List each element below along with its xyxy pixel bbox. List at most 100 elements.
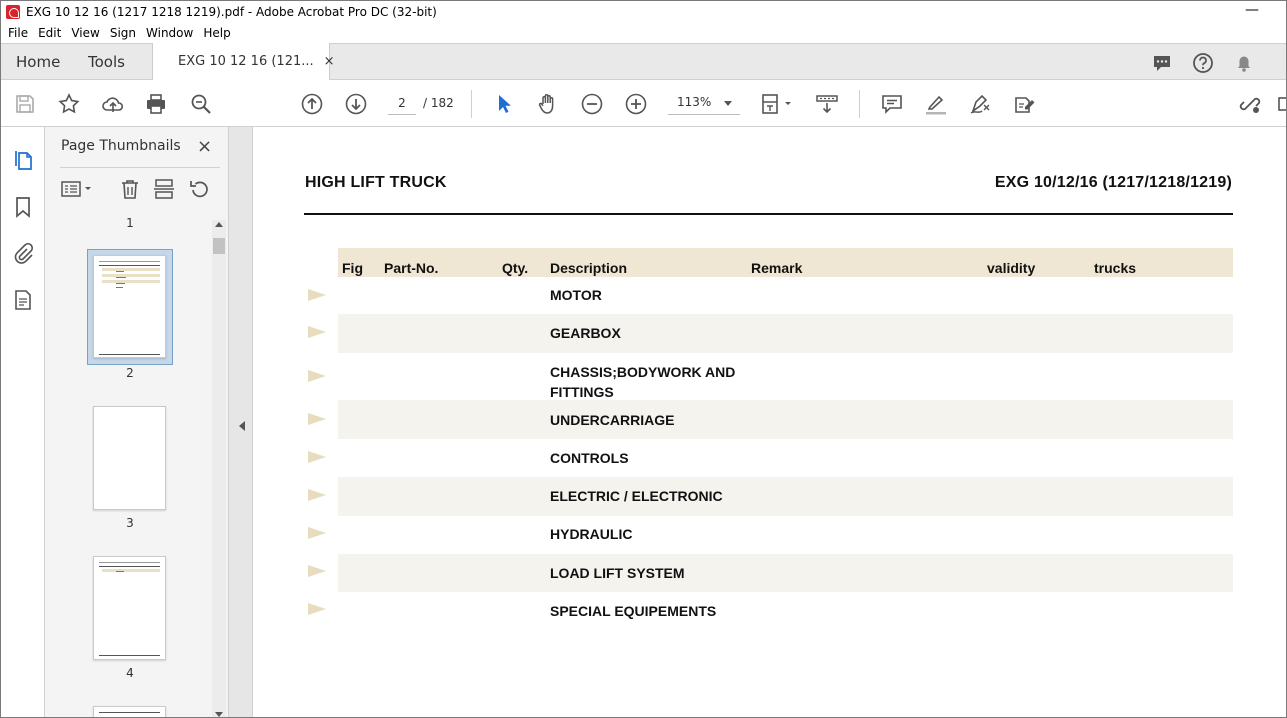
document-header-title: HIGH LIFT TRUCK	[305, 174, 447, 191]
thumbnail-label: 2	[126, 366, 134, 380]
select-cursor-icon[interactable]	[492, 92, 516, 116]
share-link-icon[interactable]	[1238, 92, 1262, 116]
previous-page-icon[interactable]	[300, 92, 324, 116]
table-row[interactable]: UNDERCARRIAGE	[338, 400, 1233, 439]
menu-edit[interactable]: Edit	[38, 26, 61, 40]
section-link-arrow-icon[interactable]	[308, 603, 326, 615]
insert-page-icon[interactable]	[152, 178, 176, 200]
tab-home[interactable]: Home	[16, 53, 60, 71]
toolbar-overflow-icon[interactable]	[1277, 92, 1287, 116]
cloud-upload-icon[interactable]	[101, 92, 125, 116]
row-description: SPECIAL EQUIPEMENTS	[550, 603, 717, 619]
scrollbar-thumb[interactable]	[213, 238, 225, 254]
section-link-arrow-icon[interactable]	[308, 370, 326, 382]
table-row[interactable]: CONTROLS	[338, 439, 1233, 477]
thumbnail-options-icon[interactable]	[60, 178, 96, 200]
row-description: HYDRAULIC	[550, 526, 633, 542]
print-icon[interactable]	[144, 92, 168, 116]
panel-splitter[interactable]	[229, 127, 253, 718]
window-title: EXG 10 12 16 (1217 1218 1219).pdf - Adob…	[26, 4, 437, 19]
tab-close-button[interactable]: ×	[324, 54, 335, 69]
page-total: / 182	[423, 96, 454, 110]
table-row[interactable]: SPECIAL EQUIPEMENTS	[338, 592, 1233, 630]
hand-tool-icon[interactable]	[536, 92, 560, 116]
page-thumbnails-icon[interactable]	[11, 148, 35, 172]
zoom-search-icon[interactable]	[189, 92, 213, 116]
column-remark: Remark	[751, 260, 803, 276]
attachments-paperclip-icon[interactable]	[11, 241, 35, 265]
title-bar: EXG 10 12 16 (1217 1218 1219).pdf - Adob…	[0, 0, 1287, 23]
document-header-model: EXG 10/12/16 (1217/1218/1219)	[994, 174, 1232, 191]
page-thumbnails-panel: Page Thumbnails × 1 2 3 4	[45, 127, 229, 718]
main-toolbar: / 182 113%	[0, 80, 1287, 127]
tab-document[interactable]: EXG 10 12 16 (121... ×	[152, 43, 335, 80]
tab-document-label: EXG 10 12 16 (121...	[178, 54, 314, 69]
menu-bar: File Edit View Sign Window Help	[0, 23, 1287, 43]
fill-sign-icon[interactable]	[1012, 92, 1036, 116]
thumbnail-label: 1	[126, 216, 134, 230]
rotate-page-icon[interactable]	[187, 178, 211, 200]
parts-table-header: Fig Part-No. Qty. Description Remark val…	[338, 248, 1233, 277]
table-row[interactable]: LOAD LIFT SYSTEM	[338, 554, 1233, 592]
column-part-no: Part-No.	[384, 260, 439, 276]
chevron-down-icon	[724, 101, 732, 106]
scrolling-mode-icon[interactable]	[815, 92, 839, 116]
thumbnail-scrollbar[interactable]	[212, 220, 226, 718]
document-properties-icon[interactable]	[11, 288, 35, 312]
bookmarks-icon[interactable]	[11, 195, 35, 219]
section-link-arrow-icon[interactable]	[308, 289, 326, 301]
page-number-input[interactable]	[388, 91, 416, 115]
thumbnail-label: 3	[126, 516, 134, 530]
menu-window[interactable]: Window	[146, 26, 193, 40]
table-row[interactable]: CHASSIS;BODYWORK AND FITTINGS	[338, 353, 1233, 400]
row-description: ELECTRIC / ELECTRONIC	[550, 488, 723, 504]
panel-title: Page Thumbnails	[61, 138, 181, 154]
row-description: MOTOR	[550, 287, 602, 303]
section-link-arrow-icon[interactable]	[308, 565, 326, 577]
thumbnail-label: 4	[126, 666, 134, 680]
notifications-bell-icon[interactable]	[1233, 52, 1255, 74]
minimize-button[interactable]: —	[1245, 2, 1259, 18]
page-fit-icon[interactable]	[759, 92, 795, 116]
scroll-up-arrow-icon[interactable]	[215, 222, 223, 227]
add-comment-icon[interactable]	[880, 92, 904, 116]
acrobat-app-icon	[6, 4, 20, 19]
delete-page-trash-icon[interactable]	[118, 178, 142, 200]
menu-view[interactable]: View	[71, 26, 99, 40]
section-link-arrow-icon[interactable]	[308, 326, 326, 338]
bookmark-star-icon[interactable]	[57, 92, 81, 116]
scroll-down-arrow-icon[interactable]	[215, 712, 223, 717]
next-page-icon[interactable]	[344, 92, 368, 116]
section-link-arrow-icon[interactable]	[308, 413, 326, 425]
row-description: GEARBOX	[550, 325, 621, 341]
section-link-arrow-icon[interactable]	[308, 489, 326, 501]
tab-tools[interactable]: Tools	[88, 53, 125, 71]
panel-close-button[interactable]: ×	[197, 136, 212, 157]
zoom-level-dropdown[interactable]: 113%	[668, 91, 740, 115]
highlight-pen-icon[interactable]	[924, 92, 948, 116]
zoom-out-icon[interactable]	[580, 92, 604, 116]
collapse-panel-arrow-icon[interactable]	[239, 421, 245, 431]
thumbnail-page-3[interactable]	[93, 406, 166, 510]
table-row[interactable]: GEARBOX	[338, 314, 1233, 353]
menu-help[interactable]: Help	[203, 26, 230, 40]
table-row[interactable]: ELECTRIC / ELECTRONIC	[338, 477, 1233, 516]
table-row[interactable]: MOTOR	[338, 277, 1233, 314]
row-description: LOAD LIFT SYSTEM	[550, 565, 685, 581]
save-icon[interactable]	[13, 92, 37, 116]
draw-freehand-icon[interactable]	[968, 92, 992, 116]
table-row[interactable]: HYDRAULIC	[338, 516, 1233, 554]
section-link-arrow-icon[interactable]	[308, 451, 326, 463]
column-fig: Fig	[342, 260, 363, 276]
thumbnail-page-4[interactable]	[93, 556, 166, 660]
section-link-arrow-icon[interactable]	[308, 527, 326, 539]
thumbnail-page-2[interactable]	[93, 255, 166, 358]
thumbnail-page-5[interactable]	[93, 706, 166, 718]
row-description: CHASSIS;BODYWORK AND FITTINGS	[550, 364, 736, 400]
row-description: UNDERCARRIAGE	[550, 412, 675, 428]
comment-bubble-icon[interactable]	[1151, 52, 1173, 74]
menu-file[interactable]: File	[8, 26, 28, 40]
help-icon[interactable]	[1192, 52, 1214, 74]
menu-sign[interactable]: Sign	[110, 26, 136, 40]
zoom-in-icon[interactable]	[624, 92, 648, 116]
